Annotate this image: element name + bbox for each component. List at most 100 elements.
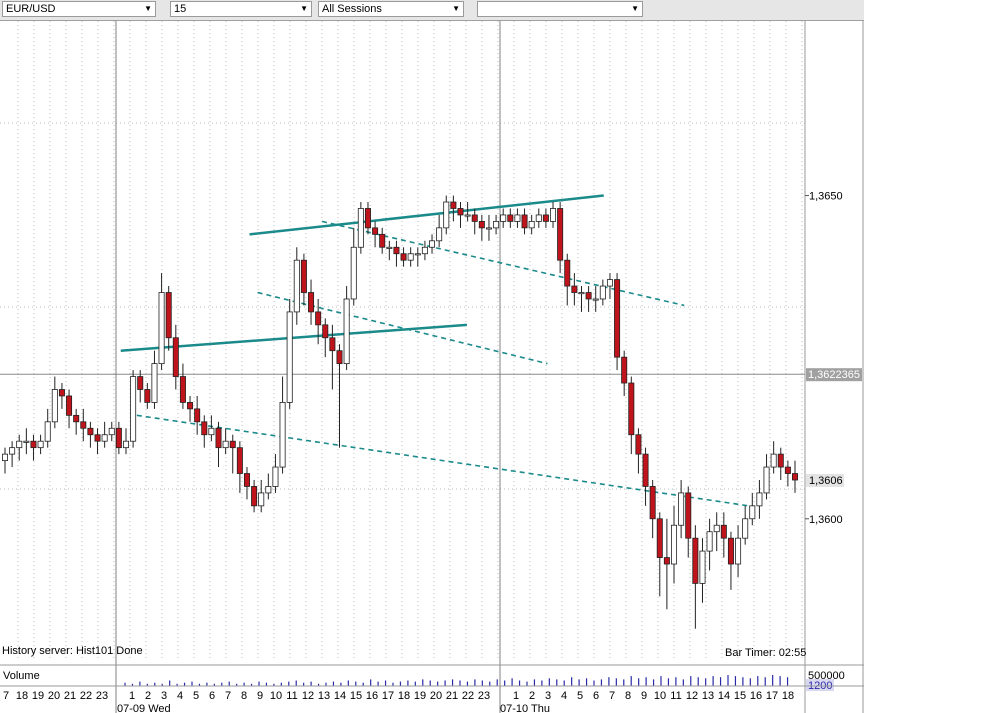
extra-select[interactable]: ▼ [477,1,643,17]
candle-body [727,537,734,565]
candle-body [58,389,65,397]
candle-body [208,427,215,436]
chevron-down-icon: ▼ [300,4,308,13]
time-tick-label: 8 [241,690,247,702]
symbol-select[interactable]: EUR/USD ▼ [2,1,156,17]
time-tick-label: 13 [702,690,714,702]
candle-body [699,550,706,584]
candle-body [735,537,742,565]
candle-body [194,408,201,423]
candle-body [599,285,606,300]
candle-body [165,292,172,339]
chevron-down-icon: ▼ [631,4,639,13]
candle-body [450,201,457,209]
candle-body [649,486,656,520]
time-tick-label: 1 [129,690,135,702]
time-tick-label: 11 [286,690,297,702]
chevron-down-icon: ▼ [144,4,152,13]
candle-body [172,337,179,377]
candle-body [464,214,471,217]
candle-body [151,363,158,403]
symbol-value: EUR/USD [6,3,56,15]
candle-body [179,376,186,403]
time-tick-label: 20 [430,690,442,702]
candle-body [115,427,122,449]
candle-body [749,505,756,520]
candle-body [379,233,386,248]
candle-body [137,376,144,390]
candle-body [229,440,236,449]
time-tick-label: 11 [670,690,681,702]
interval-select[interactable]: 15 ▼ [170,1,312,17]
candle-body [51,389,58,423]
candle [343,286,350,371]
candle-body [293,259,300,313]
candle-body [571,285,578,293]
candle-body [585,292,592,300]
candle-body [507,214,514,222]
time-tick-label: 2 [529,690,535,702]
candle-body [500,214,507,222]
candle-body [493,221,500,229]
time-tick-label: 3 [545,690,551,702]
time-tick-label: 21 [64,690,76,702]
time-tick-label: 2 [145,690,151,702]
candle-body [350,246,357,300]
candle-body [357,208,364,248]
candle-body [236,447,243,474]
interval-value: 15 [174,3,187,15]
candle-body [393,246,400,255]
time-tick-label: 7 [609,690,615,702]
time-tick-label: 15 [734,690,746,702]
candle [357,202,364,254]
candle-body [336,350,343,365]
candle [286,298,293,409]
candle-body [692,537,699,584]
time-tick-label: 12 [302,690,314,702]
time-tick-label: 15 [350,690,362,702]
candle-body [770,453,777,468]
price-tick-label: 1,3600 [809,514,843,526]
time-tick-label: 4 [561,690,567,702]
candle-body [443,201,450,229]
time-tick-label: 14 [718,690,730,702]
candle-body [30,440,37,449]
time-tick-label: 6 [209,690,215,702]
candle-body [201,421,208,436]
candle-body [535,214,542,222]
candle-body [635,434,642,455]
time-tick-label: 17 [382,690,394,702]
candle-body [777,453,784,468]
sessions-value: All Sessions [322,3,382,15]
candle-body [564,259,571,287]
candle-body [315,311,322,326]
time-tick-label: 5 [577,690,583,702]
time-tick-label: 7 [225,690,231,702]
candle [614,273,621,371]
price-chart[interactable]: 1,36501,36001,36223651,3606Volume 5000001… [0,21,864,713]
candle-body [23,440,30,443]
time-tick-label: 19 [32,690,44,702]
candle-body [329,337,336,352]
sessions-select[interactable]: All Sessions ▼ [318,1,464,17]
candle-body [628,382,635,436]
time-tick-label: 8 [625,690,631,702]
candle-body [187,402,194,410]
candle-body [243,473,250,487]
candle-body [258,492,265,507]
candle-body [322,324,329,339]
candle-body [557,208,564,261]
chevron-down-icon: ▼ [452,4,460,13]
candle-body [80,421,87,429]
candle-body [756,492,763,507]
candle-body [300,259,307,293]
time-tick-label: 18 [782,690,794,702]
candle-body [222,440,229,449]
candle-body [144,389,151,403]
time-tick-label: 18 [398,690,410,702]
candle-body [671,524,678,565]
candle-body [792,473,799,481]
time-tick-label: 4 [177,690,183,702]
time-tick-label: 21 [446,690,458,702]
time-tick-label: 9 [641,690,647,702]
